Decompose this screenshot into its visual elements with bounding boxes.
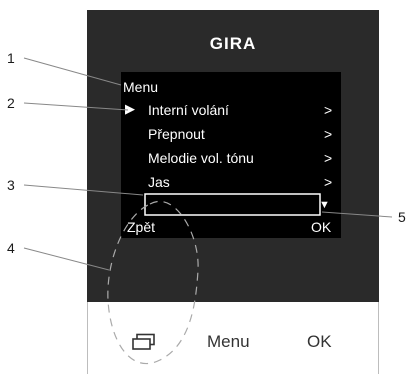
dashed-highlight <box>107 200 199 365</box>
callout-number: 1 <box>7 50 15 66</box>
callout-number: 5 <box>398 209 406 225</box>
callout-number: 4 <box>7 240 15 256</box>
callout-number: 2 <box>7 95 15 111</box>
highlight-box <box>144 193 321 216</box>
callout-number: 3 <box>7 177 15 193</box>
callout-overlay <box>23 57 393 365</box>
